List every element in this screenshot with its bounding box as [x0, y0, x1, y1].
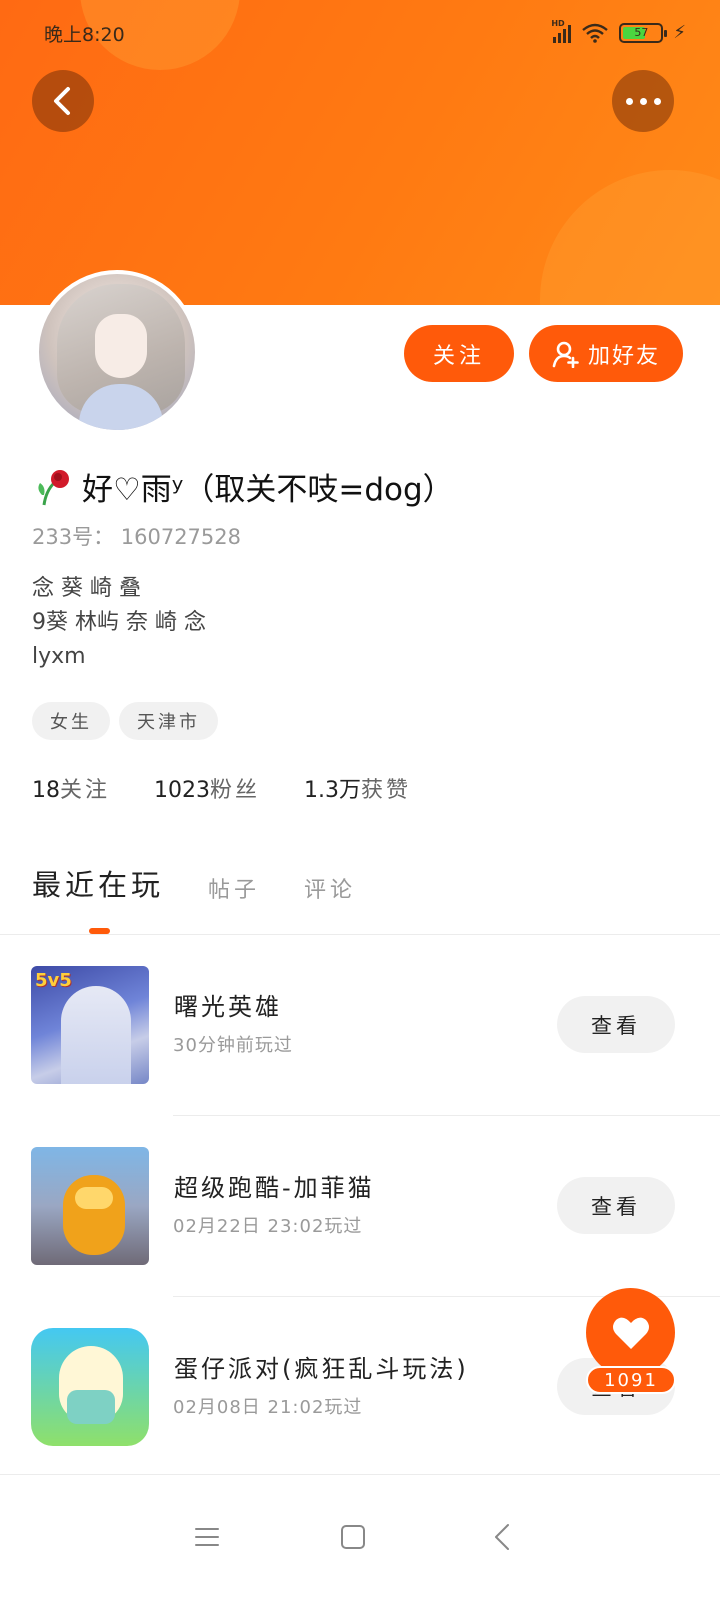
tab-posts[interactable]: 帖子: [208, 872, 260, 908]
view-button[interactable]: 查看: [557, 1177, 675, 1234]
profile-tags: 女生 天津市: [32, 702, 218, 740]
stat-label: 关注: [60, 778, 111, 803]
signal-icon: HD: [551, 19, 572, 43]
like-count: 1091: [586, 1366, 676, 1394]
battery-percent: 57: [634, 25, 649, 39]
more-options-button[interactable]: [612, 70, 674, 132]
charging-icon: ⚡: [673, 22, 686, 43]
game-badge: 5v5: [35, 970, 72, 991]
gender-tag: 女生: [32, 702, 110, 740]
add-user-icon: [552, 341, 579, 368]
stat-likes: 1.3万获赞: [304, 772, 411, 804]
follow-button[interactable]: 关注: [404, 325, 514, 382]
banner-decoration: [540, 170, 720, 305]
menu-button[interactable]: [177, 1507, 237, 1567]
game-played-time: 30分钟前玩过: [173, 1035, 293, 1056]
stat-label: 粉丝: [210, 778, 261, 803]
profile-tabs: 最近在玩 帖子 评论: [32, 862, 400, 908]
stat-following[interactable]: 18关注: [32, 772, 110, 804]
add-friend-label: 加好友: [587, 343, 660, 369]
bio-line: 9葵 林屿 奈 崎 念: [32, 610, 206, 635]
menu-icon: [195, 1528, 219, 1546]
home-square-icon: [341, 1525, 365, 1549]
network-label: HD: [551, 18, 565, 28]
user-id: 233号： 160727528: [32, 525, 242, 549]
wifi-icon: [581, 23, 609, 43]
stat-value: 18: [32, 778, 60, 803]
game-icon: [31, 1147, 149, 1265]
more-horizontal-icon: [625, 97, 661, 105]
back-nav-button[interactable]: [472, 1507, 532, 1567]
avatar[interactable]: [35, 270, 199, 434]
battery-icon: 57: [619, 22, 668, 43]
like-button[interactable]: [586, 1288, 675, 1377]
tab-comments[interactable]: 评论: [304, 872, 356, 908]
heart-icon: [612, 1317, 649, 1349]
back-triangle-icon: [495, 1524, 509, 1550]
status-icons: HD 57 ⚡: [551, 19, 686, 44]
game-played-time: 02月08日 21:02玩过: [173, 1397, 363, 1418]
game-icon: 5v5: [31, 966, 149, 1084]
profile-name-row: 好♡雨ʸ（取关不吱=dog）: [32, 464, 454, 509]
stat-followers[interactable]: 1023粉丝: [154, 772, 260, 804]
game-icon: [31, 1328, 149, 1446]
profile-name: 好♡雨ʸ（取关不吱=dog）: [82, 472, 454, 508]
follow-button-label: 关注: [432, 343, 485, 369]
game-played-time: 02月22日 23:02玩过: [173, 1216, 363, 1237]
game-title: 曙光英雄: [174, 993, 282, 1021]
list-item[interactable]: 超级跑酷-加菲猫 02月22日 23:02玩过 查看: [0, 1116, 720, 1298]
stat-value: 1.3万: [304, 778, 362, 803]
home-button[interactable]: [323, 1507, 383, 1567]
game-title: 超级跑酷-加菲猫: [174, 1174, 375, 1202]
profile-stats: 18关注 1023粉丝 1.3万获赞: [32, 772, 411, 804]
stat-value: 1023: [154, 778, 211, 803]
status-time: 晚上8:20: [44, 24, 125, 46]
view-button[interactable]: 查看: [557, 996, 675, 1053]
status-bar: 晚上8:20 HD 57 ⚡: [0, 0, 720, 64]
bio-line: 念 葵 崎 叠: [32, 576, 141, 601]
chevron-left-icon: [54, 87, 70, 115]
bio-line: lyxm: [32, 644, 86, 669]
game-title: 蛋仔派对(疯狂乱斗玩法): [174, 1355, 469, 1383]
system-nav-bar: [0, 1474, 720, 1600]
stat-label: 获赞: [361, 778, 412, 803]
back-button[interactable]: [32, 70, 94, 132]
rose-icon: [32, 465, 76, 509]
add-friend-button[interactable]: 加好友: [529, 325, 683, 382]
location-tag: 天津市: [119, 702, 218, 740]
tab-recently-played[interactable]: 最近在玩: [32, 862, 164, 908]
list-item[interactable]: 5v5 曙光英雄 30分钟前玩过 查看: [0, 935, 720, 1117]
bio: 念 葵 崎 叠 9葵 林屿 奈 崎 念 lyxm: [32, 572, 206, 674]
